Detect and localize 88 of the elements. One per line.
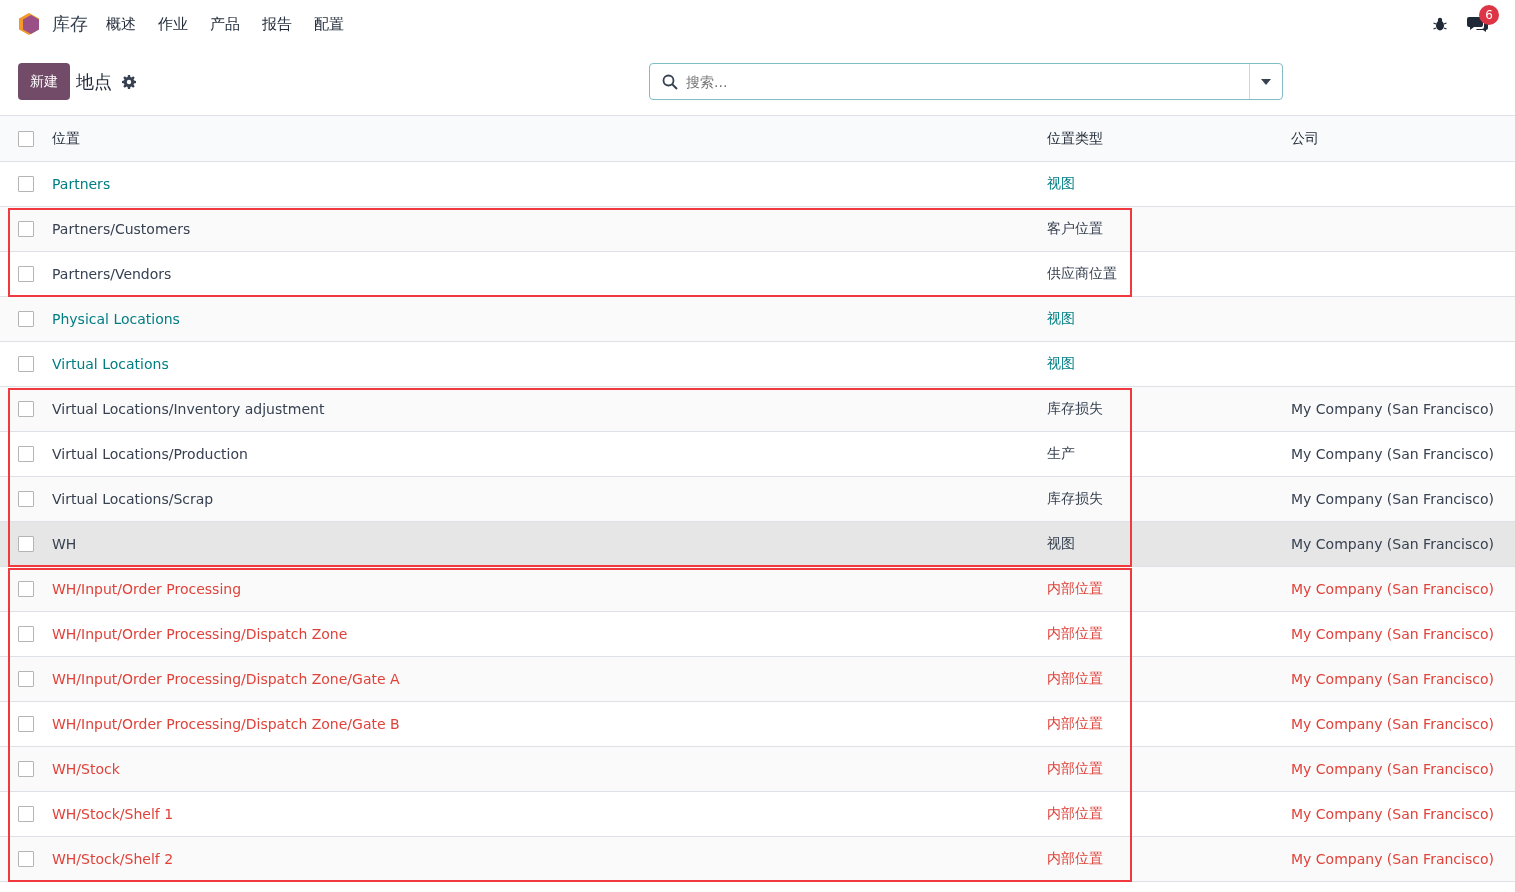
company-name: My Company (San Francisco) [1291,806,1494,822]
location-type: 内部位置 [1047,670,1103,686]
location-name: WH/Stock/Shelf 1 [52,806,174,822]
table-row[interactable]: Partners/Customers 客户位置 [0,207,1515,252]
table-row[interactable]: Virtual Locations/Scrap 库存损失 My Company (San Francisco) [0,477,1515,522]
location-name: Partners/Customers [52,221,191,237]
row-checkbox[interactable] [18,581,34,597]
row-checkbox[interactable] [18,176,34,192]
table-row[interactable]: WH 视图 My Company (San Francisco) [0,522,1515,567]
company-name: My Company (San Francisco) [1291,671,1494,687]
location-name: Partners [52,176,111,192]
row-checkbox[interactable] [18,491,34,507]
location-type: 内部位置 [1047,805,1103,821]
column-header[interactable]: 位置类型 [1047,129,1103,146]
row-checkbox[interactable] [18,851,34,867]
row-checkbox[interactable] [18,716,34,732]
location-name: Partners/Vendors [52,266,172,282]
company-name: My Company (San Francisco) [1291,626,1494,642]
location-type: 库存损失 [1047,490,1103,506]
menu-item[interactable]: 产品 [210,14,240,34]
location-type: 视图 [1047,355,1075,371]
location-name: WH/Stock/Shelf 2 [52,851,174,867]
table-row[interactable]: WH/Input/Order Processing/Dispatch Zone/Gate A 内部位置 My Company (San Francisco) [0,657,1515,702]
app-logo-icon[interactable] [18,12,40,36]
location-type: 内部位置 [1047,850,1103,866]
location-type: 视图 [1047,310,1075,326]
search-bar[interactable]: 搜索... [649,63,1283,100]
row-checkbox[interactable] [18,401,34,417]
location-type: 生产 [1047,445,1075,461]
table-row[interactable]: Physical Locations 视图 [0,297,1515,342]
row-checkbox[interactable] [18,311,34,327]
location-type: 内部位置 [1047,580,1103,596]
search-icon [662,73,678,90]
caret-icon [1261,78,1271,85]
row-checkbox[interactable] [18,536,34,552]
location-name: Virtual Locations [52,356,169,372]
app-name[interactable]: 库存 [52,12,88,36]
table-row[interactable]: WH/Stock/Shelf 2 内部位置 My Company (San Francisco) [0,837,1515,882]
location-type: 库存损失 [1047,400,1103,416]
location-name: WH/Input/Order Processing/Dispatch Zone/Gate A [52,671,400,687]
page-title: 地点 [76,69,112,94]
location-name: Virtual Locations/Inventory adjustment [52,401,325,417]
row-checkbox[interactable] [18,626,34,642]
row-checkbox[interactable] [18,446,34,462]
row-checkbox[interactable] [18,266,34,282]
row-checkbox[interactable] [18,221,34,237]
company-name: My Company (San Francisco) [1291,851,1494,867]
location-name: WH [52,536,77,552]
location-name: WH/Input/Order Processing/Dispatch Zone [52,626,348,642]
notification-badge: 6 [1479,5,1499,25]
table-row[interactable]: WH/Stock 内部位置 My Company (San Francisco) [0,747,1515,792]
location-type: 视图 [1047,175,1075,191]
company-name: My Company (San Francisco) [1291,761,1494,777]
menu-item[interactable]: 配置 [314,14,344,34]
row-checkbox[interactable] [18,671,34,687]
row-checkbox[interactable] [18,806,34,822]
company-name: My Company (San Francisco) [1291,536,1494,552]
location-name: Virtual Locations/Scrap [52,491,214,507]
row-checkbox[interactable] [18,356,34,372]
location-name: Virtual Locations/Production [52,446,248,462]
location-name: WH/Stock [52,761,120,777]
bug-icon[interactable] [1433,17,1447,31]
select-all-checkbox[interactable] [18,130,34,147]
location-name: WH/Input/Order Processing [52,581,242,597]
location-type: 客户位置 [1047,220,1103,236]
location-type: 内部位置 [1047,760,1103,776]
company-name: My Company (San Francisco) [1291,446,1494,462]
menu-item[interactable]: 概述 [106,14,136,34]
location-type: 供应商位置 [1047,265,1117,281]
gear-icon[interactable] [122,74,136,89]
location-type: 内部位置 [1047,715,1103,731]
company-name: My Company (San Francisco) [1291,491,1494,507]
location-name: WH/Input/Order Processing/Dispatch Zone/Gate B [52,716,400,732]
row-checkbox[interactable] [18,761,34,777]
column-header[interactable]: 位置 [52,129,80,146]
company-name: My Company (San Francisco) [1291,401,1494,417]
location-name: Physical Locations [52,311,180,327]
new-button[interactable]: 新建 [18,63,70,100]
company-name: My Company (San Francisco) [1291,581,1494,597]
location-type: 内部位置 [1047,625,1103,641]
location-type: 视图 [1047,535,1075,551]
company-name: My Company (San Francisco) [1291,716,1494,732]
column-header[interactable]: 公司 [1291,129,1319,146]
table-row[interactable]: WH/Input/Order Processing 内部位置 My Company (San Francisco) [0,567,1515,612]
search-field[interactable]: 搜索... [684,65,1249,98]
table-row[interactable]: Virtual Locations/Inventory adjustment 库存损失 My Company (San Francisco) [0,387,1515,432]
menu-item[interactable]: 报告 [262,14,292,34]
menu-item[interactable]: 作业 [158,14,188,34]
